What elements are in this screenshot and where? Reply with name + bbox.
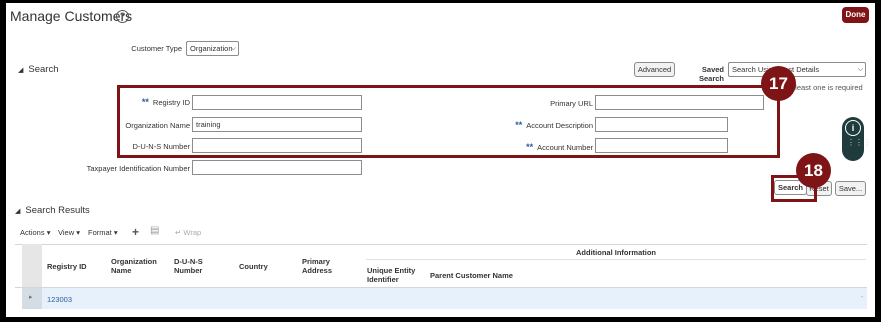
step-badge-18: 18 (796, 153, 831, 188)
table-row[interactable] (42, 288, 867, 309)
save-button[interactable]: Save... (835, 181, 866, 196)
registry-id-cell[interactable]: 123003 (47, 295, 72, 304)
column-header-primary-address[interactable]: Primary Address (302, 257, 347, 275)
additional-information-header: Additional Information (576, 248, 656, 257)
row-end-marker: - (861, 294, 864, 301)
add-icon[interactable]: + (132, 225, 139, 239)
search-results-title: Search Results (25, 205, 90, 216)
floating-widget[interactable]: i ⋮⋮⋮ (842, 117, 871, 161)
saved-search-label: Saved Search (698, 65, 724, 83)
search-results-header[interactable]: ◢ Search Results (15, 205, 90, 216)
accessibility-icon[interactable]: i (845, 120, 861, 136)
callout-box-17 (117, 85, 780, 158)
search-section-title: Search (28, 64, 59, 75)
done-button[interactable]: Done (842, 7, 869, 23)
wrap-button[interactable]: ↵ Wrap (175, 228, 201, 237)
customer-type-value: Organization (190, 44, 233, 53)
help-icon[interactable]: ? (116, 10, 129, 23)
keypad-icon[interactable]: ⋮⋮⋮ (847, 139, 871, 147)
actions-menu[interactable]: Actions ▾ (20, 228, 50, 237)
manage-customers-page: Manage Customers ? Done Customer Type Or… (6, 3, 875, 317)
page-title: Manage Customers (10, 8, 133, 24)
dropdown-arrow-icon: ▾ (46, 228, 51, 237)
required-hint: At least one is required (786, 83, 863, 92)
saved-search-select[interactable]: Search Using Best Details ⌵ (728, 62, 866, 77)
search-section-header[interactable]: ◢ Search (18, 64, 59, 75)
group-header-divider (366, 259, 866, 260)
column-header-parent-customer-name[interactable]: Parent Customer Name (430, 271, 550, 280)
detach-icon[interactable]: ▤ (150, 225, 159, 236)
chevron-down-icon: ⌵ (230, 45, 236, 52)
taxpayer-id-input[interactable] (192, 160, 362, 175)
table-top-border (15, 244, 867, 245)
format-menu[interactable]: Format ▾ (88, 228, 118, 237)
chevron-down-icon: ⌵ (857, 66, 863, 73)
taxpayer-id-label: Taxpayer Identification Number (86, 164, 190, 173)
collapse-icon: ◢ (18, 67, 24, 74)
column-header-unique-entity-identifier[interactable]: Unique Entity Identifier (367, 266, 422, 284)
column-header-country[interactable]: Country (239, 262, 279, 271)
collapse-icon: ◢ (15, 208, 21, 215)
column-header-organization-name[interactable]: Organization Name (111, 257, 166, 275)
step-badge-17: 17 (761, 66, 796, 101)
customer-type-label: Customer Type (131, 44, 182, 53)
customer-type-select[interactable]: Organization ⌵ (186, 41, 239, 56)
column-header-registry-id[interactable]: Registry ID (47, 262, 99, 271)
expand-row-icon[interactable]: ▸ (29, 293, 33, 301)
column-header-duns-number[interactable]: D-U-N-S Number (174, 257, 214, 275)
dropdown-arrow-icon: ▾ (76, 228, 80, 237)
advanced-button[interactable]: Advanced (634, 62, 675, 77)
dropdown-arrow-icon: ▾ (113, 228, 118, 237)
view-menu[interactable]: View ▾ (58, 228, 80, 237)
wrap-icon: ↵ (175, 228, 182, 237)
